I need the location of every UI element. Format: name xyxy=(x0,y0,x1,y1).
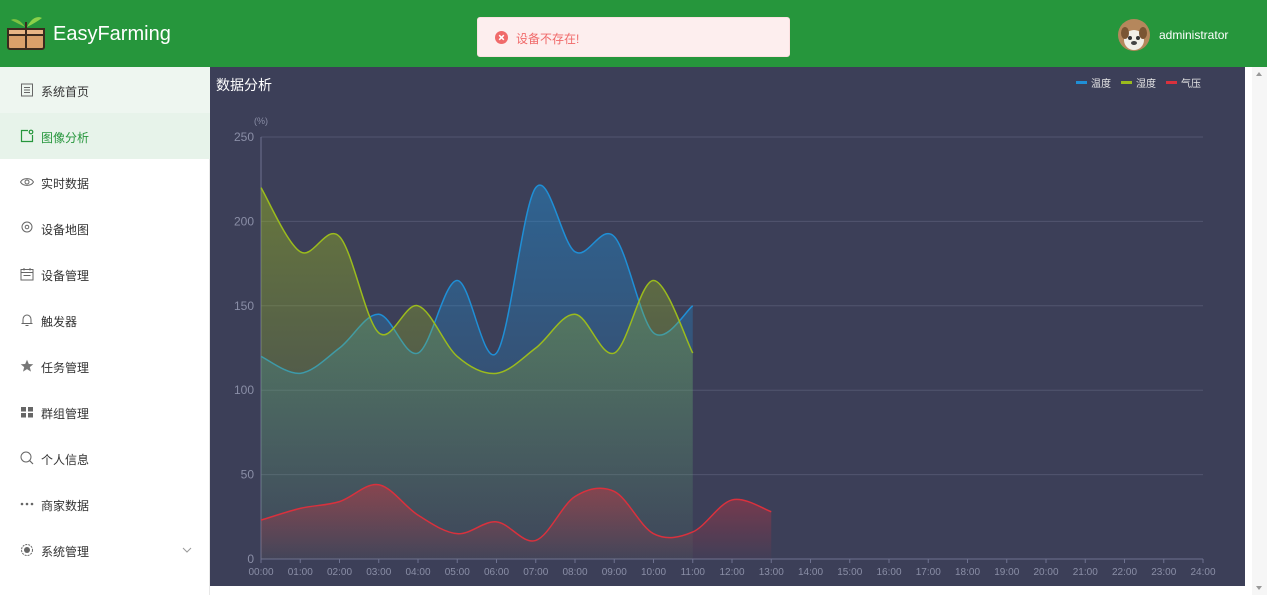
x-tick-label: 01:00 xyxy=(288,567,313,578)
x-tick-label: 23:00 xyxy=(1151,567,1176,578)
x-tick-label: 20:00 xyxy=(1033,567,1058,578)
location-icon xyxy=(21,221,33,233)
x-tick-label: 24:00 xyxy=(1190,567,1215,578)
sidebar-item-label: 系统首页 xyxy=(41,85,90,99)
x-tick-label: 07:00 xyxy=(523,567,548,578)
y-tick-label: 200 xyxy=(234,214,254,228)
sidebar-item-trigger[interactable]: 触发器 xyxy=(0,297,210,343)
sidebar-item-label: 个人信息 xyxy=(41,453,90,467)
bell-icon xyxy=(21,314,33,326)
sidebar-item-label: 任务管理 xyxy=(41,361,90,375)
data-analysis-panel: 数据分析 温度 湿度 气压 (%) 0 50 100 150 200 250 00:00 01:… xyxy=(210,67,1245,586)
username[interactable]: administrator xyxy=(1159,28,1228,42)
y-tick-label: 150 xyxy=(234,299,254,313)
x-tick-label: 15:00 xyxy=(837,567,862,578)
x-tick-label: 08:00 xyxy=(562,567,587,578)
y-axis-unit: (%) xyxy=(254,116,268,126)
sidebar-item-label: 商家数据 xyxy=(41,499,90,513)
search-icon xyxy=(20,451,34,465)
x-tick-label: 02:00 xyxy=(327,567,352,578)
brand-name[interactable]: EasyFarming xyxy=(53,23,171,46)
sidebar-item-label: 实时数据 xyxy=(41,177,90,191)
chevron-down-icon xyxy=(182,547,192,553)
x-tick-label: 18:00 xyxy=(955,567,980,578)
sidebar-item-label: 群组管理 xyxy=(41,407,90,421)
y-tick-label: 50 xyxy=(241,468,255,482)
x-tick-label: 13:00 xyxy=(759,567,784,578)
sidebar-item-label: 设备地图 xyxy=(41,223,90,237)
x-tick-label: 22:00 xyxy=(1112,567,1137,578)
x-tick-label: 19:00 xyxy=(994,567,1019,578)
content-gutter xyxy=(1245,67,1252,595)
x-tick-label: 00:00 xyxy=(248,567,273,578)
x-tick-label: 16:00 xyxy=(876,567,901,578)
settings-icon xyxy=(21,544,33,556)
more-dots-icon xyxy=(20,502,34,506)
star-icon xyxy=(20,359,34,372)
sidebar-item-label: 触发器 xyxy=(41,315,78,329)
x-tick-label: 05:00 xyxy=(445,567,470,578)
image-analysis-icon xyxy=(20,129,34,143)
sidebar-item-label: 系统管理 xyxy=(41,545,90,559)
x-tick-label: 17:00 xyxy=(916,567,941,578)
sidebar-item-image-analysis[interactable]: 图像分析 xyxy=(0,113,210,159)
sidebar-nav: 系统首页 图像分析 实时数据 设备地图 设备管理 触发器 任务管理 群组管理 个… xyxy=(0,67,210,595)
top-header: EasyFarming 设备不存在! administrator xyxy=(0,0,1267,67)
x-tick-label: 10:00 xyxy=(641,567,666,578)
y-tick-label: 0 xyxy=(247,552,254,566)
vertical-scrollbar[interactable] xyxy=(1252,67,1267,595)
sidebar-item-device-management[interactable]: 设备管理 xyxy=(0,251,210,297)
x-tick-label: 04:00 xyxy=(405,567,430,578)
farm-box-logo[interactable] xyxy=(6,13,46,51)
sidebar-item-device-map[interactable]: 设备地图 xyxy=(0,205,210,251)
line-chart[interactable]: (%) 0 50 100 150 200 250 00:00 01:00 02:00 03:00 04… xyxy=(210,67,1245,586)
sidebar-item-label: 设备管理 xyxy=(41,269,90,283)
user-avatar[interactable] xyxy=(1118,19,1150,51)
error-circle-icon xyxy=(495,31,508,44)
x-tick-label: 21:00 xyxy=(1073,567,1098,578)
x-tick-label: 09:00 xyxy=(602,567,627,578)
sidebar-item-group-management[interactable]: 群组管理 xyxy=(0,389,210,435)
x-tick-label: 06:00 xyxy=(484,567,509,578)
document-icon xyxy=(21,83,33,97)
sidebar-item-home[interactable]: 系统首页 xyxy=(0,67,210,113)
toast-message: 设备不存在! xyxy=(516,32,580,46)
x-tick-label: 11:00 xyxy=(681,567,706,578)
x-tick-label: 12:00 xyxy=(719,567,744,578)
scroll-up-arrow-icon[interactable] xyxy=(1256,72,1262,76)
sidebar-item-profile[interactable]: 个人信息 xyxy=(0,435,210,481)
sidebar-item-realtime-data[interactable]: 实时数据 xyxy=(0,159,210,205)
scroll-down-arrow-icon[interactable] xyxy=(1256,586,1262,590)
x-tick-label: 03:00 xyxy=(366,567,391,578)
error-toast: 设备不存在! xyxy=(477,17,790,57)
sidebar-item-merchant-data[interactable]: 商家数据 xyxy=(0,481,210,527)
sidebar-item-label: 图像分析 xyxy=(41,131,90,145)
grid-icon xyxy=(21,407,33,418)
x-tick-label: 14:00 xyxy=(798,567,823,578)
sidebar-item-system-management[interactable]: 系统管理 xyxy=(0,527,210,573)
series-area xyxy=(261,187,693,559)
y-tick-label: 100 xyxy=(234,383,254,397)
sidebar-item-task-management[interactable]: 任务管理 xyxy=(0,343,210,389)
y-tick-label: 250 xyxy=(234,130,254,144)
calendar-icon xyxy=(20,268,34,281)
eye-icon xyxy=(20,178,34,186)
